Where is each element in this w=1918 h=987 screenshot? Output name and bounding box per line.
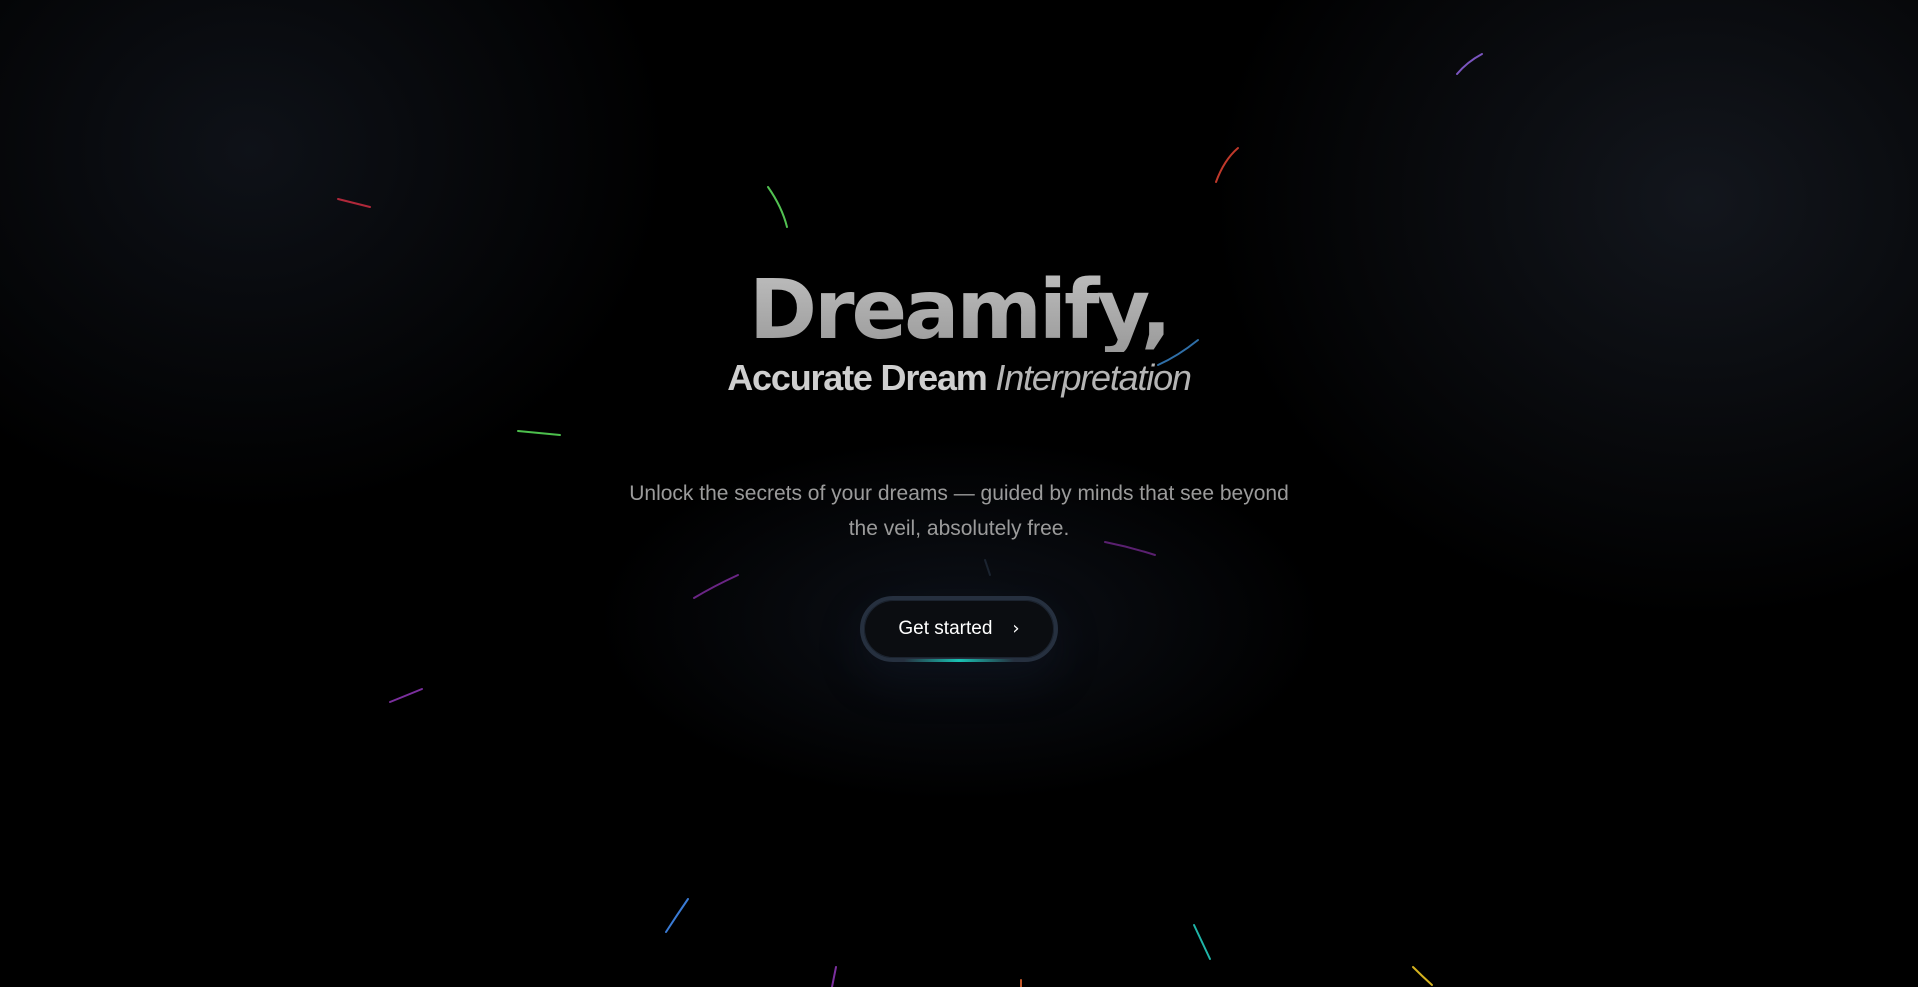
streak (693, 574, 739, 599)
streak (1215, 147, 1239, 183)
hero-subtitle: Accurate Dream Interpretation (0, 358, 1918, 398)
streak (831, 966, 837, 987)
cta-container: Get started › (0, 596, 1918, 662)
tagline-line-2: the veil, absolutely free. (848, 517, 1070, 540)
streak (1456, 53, 1483, 75)
streak (1412, 966, 1433, 986)
hero-subtitle-strong: Accurate Dream (727, 357, 988, 398)
streak (984, 559, 991, 576)
streak (337, 198, 371, 208)
tagline: Unlock the secrets of your dreams — guid… (0, 476, 1918, 546)
streak (1193, 924, 1211, 960)
get-started-button[interactable]: Get started › (860, 596, 1058, 662)
tagline-line-1: Unlock the secrets of your dreams — guid… (629, 482, 1289, 505)
chevron-right-icon: › (1012, 618, 1020, 639)
get-started-label: Get started (898, 618, 993, 639)
streak (517, 430, 561, 436)
tagline-text: Unlock the secrets of your dreams — guid… (599, 476, 1319, 546)
hero-subtitle-italic: Interpretation (995, 357, 1192, 398)
streak (665, 898, 689, 933)
streak (389, 688, 423, 703)
hero-section: Dreamify, Accurate Dream Interpretation (0, 270, 1918, 398)
streak (767, 186, 788, 228)
hero-title: Dreamify, (0, 270, 1918, 352)
